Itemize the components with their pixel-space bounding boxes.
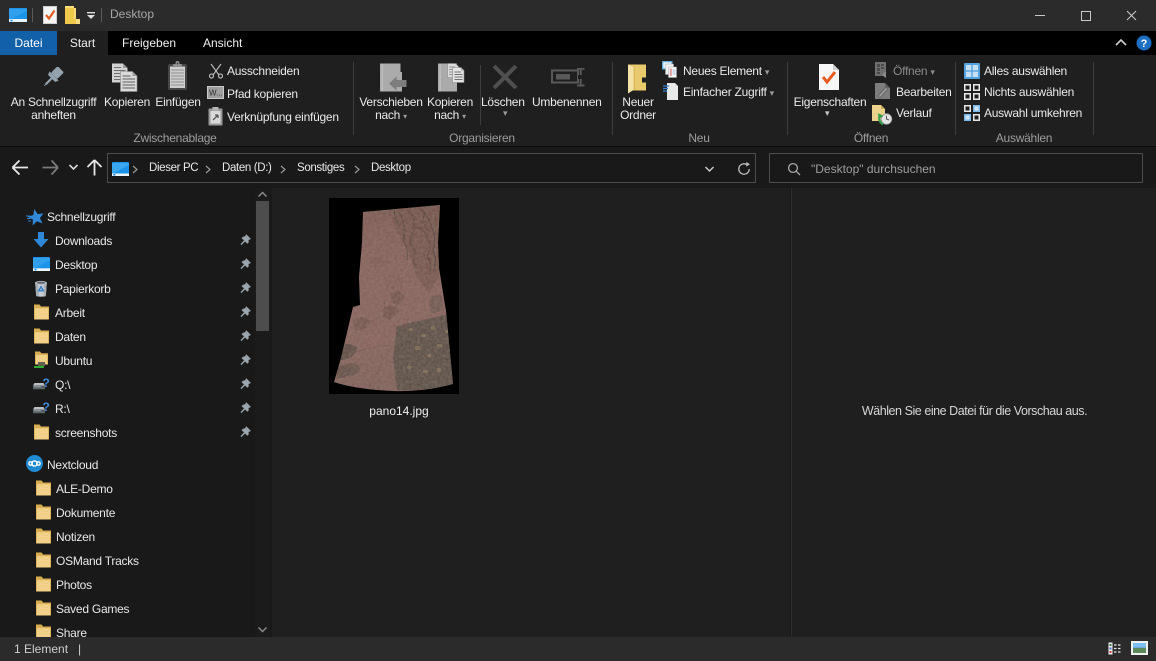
svg-text:?: ? <box>43 400 50 414</box>
svg-text:?: ? <box>1141 38 1148 50</box>
svg-text:W...: W... <box>209 89 223 98</box>
svg-text:?: ? <box>43 376 50 390</box>
